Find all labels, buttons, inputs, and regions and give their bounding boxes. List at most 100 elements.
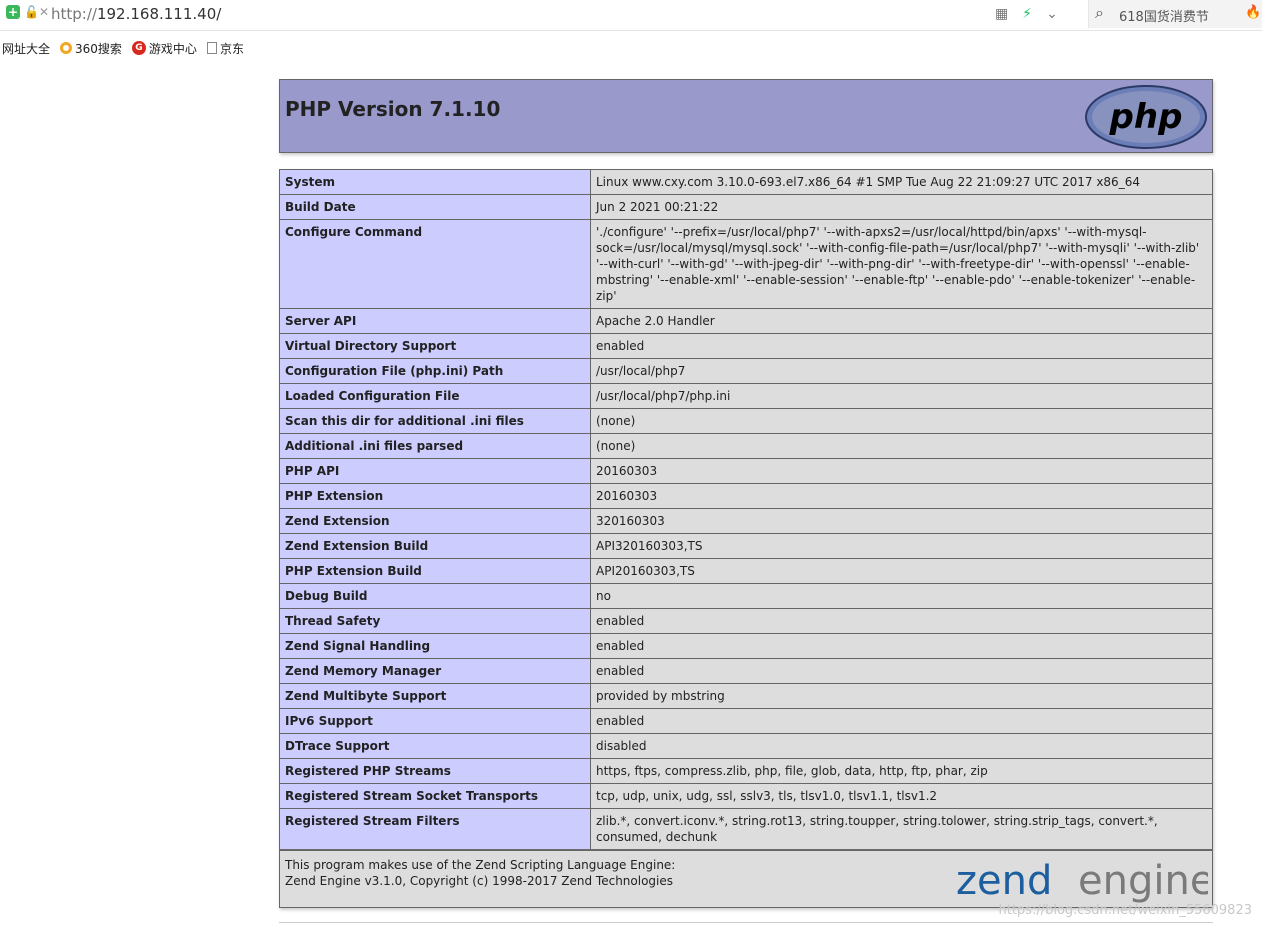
row-key: Scan this dir for additional .ini files [279,408,591,434]
row-value: disabled [590,733,1213,759]
row-value: (none) [590,408,1213,434]
row-key: Server API [279,308,591,334]
address-bar[interactable]: + 🔓✕ http://192.168.111.40/ ▦ ⚡ ⌄ ⌕ 618国… [0,0,1262,31]
table-row: Registered Stream Socket Transports tcp, … [279,783,1213,809]
chevron-down-icon[interactable]: ⌄ [1046,6,1058,22]
bookmarks-bar: 网址大全 360搜索 G 游戏中心 京东 [0,38,254,58]
divider [279,922,1213,923]
table-row: Loaded Configuration File/usr/local/php7… [279,383,1213,409]
row-value: enabled [590,608,1213,634]
row-value: API20160303,TS [590,558,1213,584]
zend-logo-zend: zend [956,858,1052,904]
row-value: Apache 2.0 Handler [590,308,1213,334]
row-value: 320160303 [590,508,1213,534]
table-row: Registered PHP Streams https, ftps, compr… [279,758,1213,784]
table-row: Configuration File (php.ini) Path/usr/lo… [279,358,1213,384]
zend-footer-line: This program makes use of the Zend Scrip… [285,858,676,872]
table-row: DTrace Support disabled [279,733,1213,759]
row-key: Configuration File (php.ini) Path [279,358,591,384]
row-value: tcp, udp, unix, udg, ssl, sslv3, tls, tl… [590,783,1213,809]
row-key: PHP Extension [279,483,591,509]
row-key: Debug Build [279,583,591,609]
watermark: https://blog.csdn.net/weixin_55609823 [998,903,1252,918]
row-key: Zend Signal Handling [279,633,591,659]
game-center-icon: G [131,41,146,55]
table-row: Zend Extension 320160303 [279,508,1213,534]
row-value: API320160303,TS [590,533,1213,559]
zend-engine-logo-icon: zend engine [956,858,1208,904]
row-value: 20160303 [590,458,1213,484]
row-key: System [279,169,591,195]
table-row: Debug Build no [279,583,1213,609]
page-title: PHP Version 7.1.10 [285,97,501,121]
zend-footer: This program makes use of the Zend Scrip… [279,850,1213,908]
table-row: Server API Apache 2.0 Handler [279,308,1213,334]
table-row: Virtual Directory Support enabled [279,333,1213,359]
bookmark-item[interactable]: 京东 [206,40,244,57]
qr-code-icon[interactable]: ▦ [995,6,1008,22]
row-key: Thread Safety [279,608,591,634]
shield-icon[interactable]: + [6,5,20,19]
row-key: IPv6 Support [279,708,591,734]
bookmark-item[interactable]: G 游戏中心 [131,40,197,57]
table-row: Configure Command './configure' '--prefix… [279,219,1213,309]
search-icon[interactable]: ⌕ [1095,3,1104,23]
zend-logo-engine: engine [1078,858,1208,904]
row-value: https, ftps, compress.zlib, php, file, g… [590,758,1213,784]
row-key: Loaded Configuration File [279,383,591,409]
insecure-icon[interactable]: 🔓✕ [24,5,49,19]
row-value: enabled [590,633,1213,659]
page-icon [206,42,217,54]
table-row: Registered Stream Filters zlib.*, convert… [279,808,1213,850]
security-indicators: + 🔓✕ [6,5,49,19]
360-search-icon [60,42,73,54]
zend-footer-text: This program makes use of the Zend Scrip… [285,857,675,889]
row-value: /usr/local/php7/php.ini [590,383,1213,409]
bookmark-label: 网址大全 [2,41,51,56]
phpinfo-header: PHP Version 7.1.10 php [279,79,1213,153]
row-key: Registered PHP Streams [279,758,591,784]
php-logo-text: php [1109,97,1183,137]
row-value: zlib.*, convert.iconv.*, string.rot13, s… [590,808,1213,850]
row-key: PHP Extension Build [279,558,591,584]
row-key: Zend Multibyte Support [279,683,591,709]
table-row: PHP Extension Build API20160303,TS [279,558,1213,584]
row-value: 20160303 [590,483,1213,509]
address-bar-actions: ▦ ⚡ ⌄ [995,6,1058,22]
table-row: PHP API 20160303 [279,458,1213,484]
fire-icon: 🔥 [1245,5,1262,20]
bookmark-label: 360搜索 [75,41,122,56]
table-row: System Linux www.cxy.com 3.10.0-693.el7.x… [279,169,1213,195]
table-row: Zend Signal Handling enabled [279,633,1213,659]
table-row: IPv6 Support enabled [279,708,1213,734]
row-key: Registered Stream Filters [279,808,591,850]
table-row: PHP Extension 20160303 [279,483,1213,509]
search-box[interactable]: ⌕ 618国货消费节 🔥 [1088,0,1262,28]
bookmark-item[interactable]: 360搜索 [60,40,122,57]
bookmark-item[interactable]: 网址大全 [2,40,50,57]
table-row: Zend Multibyte Support provided by mbstri… [279,683,1213,709]
lightning-icon[interactable]: ⚡ [1022,6,1032,22]
row-value: enabled [590,333,1213,359]
table-row: Build Date Jun 2 2021 00:21:22 [279,194,1213,220]
row-key: Zend Memory Manager [279,658,591,684]
row-value: no [590,583,1213,609]
row-key: DTrace Support [279,733,591,759]
row-key: Zend Extension [279,508,591,534]
row-value: provided by mbstring [590,683,1213,709]
url-field[interactable]: http://192.168.111.40/ [51,5,221,23]
bookmark-label: 京东 [219,41,244,56]
table-row: Zend Extension Build API320160303,TS [279,533,1213,559]
row-key: PHP API [279,458,591,484]
row-value: (none) [590,433,1213,459]
table-row: Zend Memory Manager enabled [279,658,1213,684]
table-row: Thread Safety enabled [279,608,1213,634]
url-scheme: http:// [51,5,97,23]
row-key: Virtual Directory Support [279,333,591,359]
row-key: Build Date [279,194,591,220]
php-logo-icon: php [1085,85,1207,149]
row-value: /usr/local/php7 [590,358,1213,384]
phpinfo-table: System Linux www.cxy.com 3.10.0-693.el7.x… [279,169,1213,850]
bookmark-label: 游戏中心 [148,41,197,56]
zend-footer-line: Zend Engine v3.1.0, Copyright (c) 1998-2… [285,874,674,888]
